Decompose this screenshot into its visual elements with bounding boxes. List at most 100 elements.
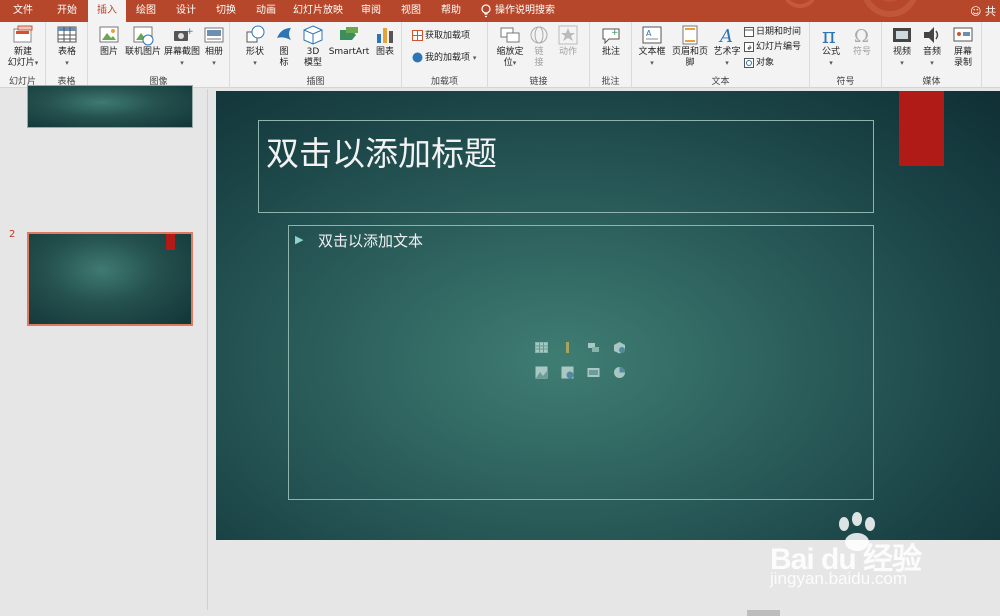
smartart-icon [340, 27, 358, 40]
comment-button[interactable]: + 批注 [596, 24, 626, 58]
slide-canvas[interactable]: 双击以添加标题 ▶ 双击以添加文本 [216, 91, 1000, 540]
group-tables: 表格 ▾ 表格 [46, 22, 88, 88]
object-button[interactable]: 对象 [744, 57, 774, 69]
symbol-label: 符号 [852, 47, 871, 57]
icons-button[interactable]: 图 标 [272, 24, 296, 69]
svg-text:Ω: Ω [854, 26, 869, 46]
svg-text:A: A [718, 26, 733, 46]
my-addins-button[interactable]: 我的加载项 ▾ [412, 52, 476, 64]
video-button[interactable]: 视频 ▾ [888, 24, 916, 69]
insert-table-icon[interactable] [535, 341, 548, 354]
tab-design[interactable]: 设计 [166, 0, 206, 22]
3d-models-button[interactable]: 3D 模型 [300, 24, 326, 69]
smartart-label: SmartArt [328, 47, 370, 57]
new-slide-icon [13, 25, 33, 43]
svg-text:+: + [611, 28, 619, 38]
online-picture-label: 联机图片 [124, 47, 161, 57]
ribbon-tab-bar: 文件 开始 插入 绘图 设计 切换 动画 幻灯片放映 审阅 视图 帮助 操作说明… [0, 0, 1000, 22]
photo-album-icon [204, 27, 224, 43]
tell-me-search[interactable]: 操作说明搜索 [494, 0, 556, 22]
insert-smartart-icon[interactable] [587, 341, 600, 354]
tab-insert[interactable]: 插入 [88, 0, 126, 22]
get-addins-button[interactable]: 获取加载项 [412, 30, 470, 42]
textbox-button[interactable]: A 文本框 ▾ [636, 24, 668, 69]
screenshot-button[interactable]: + 屏幕截图 ▾ [164, 24, 200, 69]
slide-thumbnail-2[interactable] [27, 232, 193, 326]
screenshot-label: 屏幕截图 [164, 47, 201, 57]
store-icon [412, 30, 423, 41]
wordart-button[interactable]: A 艺术字 ▾ [712, 24, 742, 69]
screen-recording-button[interactable]: 屏幕 录制 [948, 24, 978, 69]
content-placeholder-text: 双击以添加文本 [318, 232, 424, 250]
icons-icon [277, 28, 291, 40]
tab-transitions[interactable]: 切换 [206, 0, 246, 22]
table-button[interactable]: 表格 ▾ [50, 24, 84, 69]
my-addins-dropdown-icon[interactable]: ▾ [473, 54, 477, 62]
symbol-button[interactable]: Ω 符号 [848, 24, 876, 58]
action-button[interactable]: 动作 [554, 24, 582, 58]
user-account-label: 共 [985, 5, 996, 18]
header-footer-button[interactable]: 页眉和页脚 [668, 24, 712, 69]
speaker-icon [924, 27, 939, 43]
link-icon [530, 26, 548, 44]
tab-review[interactable]: 审阅 [350, 0, 392, 22]
group-addins: 获取加载项 我的加载项 ▾ 加载项 [402, 22, 488, 88]
group-media: 视频 ▾ 音频 ▾ 屏幕 录制 媒体 [882, 22, 982, 88]
insert-icon-icon[interactable] [613, 366, 626, 379]
new-slide-label: 新建 幻灯片 [7, 47, 35, 68]
comment-icon: + [602, 28, 620, 45]
picture-icon [99, 26, 119, 43]
insert-chart-icon[interactable] [561, 341, 574, 354]
slide-number-button[interactable]: # 幻灯片编号 [744, 41, 801, 53]
watermark-url: jingyan.baidu.com [770, 569, 908, 588]
camera-icon: + [174, 27, 193, 41]
shapes-button[interactable]: 形状 ▾ [242, 24, 268, 69]
calendar-icon [744, 26, 754, 37]
addins-icon [412, 52, 423, 63]
date-time-button[interactable]: 日期和时间 [744, 26, 801, 38]
zoom-label: 缩放定 位 [496, 47, 524, 68]
insert-online-picture-icon[interactable] [561, 366, 574, 379]
svg-text:+: + [186, 27, 193, 37]
link-button[interactable]: 链 接 [528, 24, 550, 69]
insert-picture-icon[interactable] [535, 366, 548, 379]
star-icon [558, 25, 578, 45]
tab-slideshow[interactable]: 幻灯片放映 [286, 0, 350, 22]
slide-number-label: 幻灯片编号 [756, 42, 802, 52]
group-links-label: 链接 [529, 77, 548, 87]
group-illustrations: 形状 ▾ 图 标 3D 模型 SmartArt 图表 插图 [230, 22, 402, 88]
user-account[interactable]: ☺ 共 [970, 3, 996, 19]
omega-icon: Ω [854, 26, 869, 46]
content-placeholder[interactable]: ▶ 双击以添加文本 [288, 225, 874, 500]
audio-button[interactable]: 音频 ▾ [918, 24, 946, 69]
object-label: 对象 [756, 58, 775, 68]
smartart-button[interactable]: SmartArt [328, 24, 370, 58]
lightbulb-icon [481, 4, 491, 18]
tab-help[interactable]: 帮助 [430, 0, 472, 22]
chart-button[interactable]: 图表 [372, 24, 398, 58]
photo-album-button[interactable]: 相册 ▾ [200, 24, 228, 69]
svg-text:#: # [747, 45, 752, 52]
title-placeholder[interactable]: 双击以添加标题 [258, 120, 874, 213]
tab-home[interactable]: 开始 [46, 0, 88, 22]
tab-draw[interactable]: 绘图 [126, 0, 166, 22]
picture-button[interactable]: 图片 [94, 24, 124, 58]
new-slide-button[interactable]: 新建 幻灯片▾ [4, 24, 42, 69]
insert-video-icon[interactable] [587, 366, 600, 379]
photo-album-label: 相册 [204, 47, 223, 57]
zoom-button[interactable]: 缩放定 位▾ [494, 24, 526, 69]
insert-content-icons [535, 341, 635, 385]
picture-label: 图片 [99, 47, 118, 57]
insert-3d-model-icon[interactable] [613, 341, 626, 354]
film-icon [893, 28, 911, 42]
online-picture-button[interactable]: 联机图片 [124, 24, 162, 58]
group-text-label: 文本 [711, 77, 730, 87]
group-slides: 新建 幻灯片▾ 幻灯片 [0, 22, 46, 88]
slide-thumbnail-1[interactable] [27, 85, 193, 128]
wordart-icon: A [718, 26, 733, 46]
tab-view[interactable]: 视图 [392, 0, 430, 22]
table-label: 表格 [57, 47, 76, 57]
equation-button[interactable]: π 公式 ▾ [816, 24, 846, 69]
tab-animations[interactable]: 动画 [246, 0, 286, 22]
tab-file[interactable]: 文件 [0, 0, 46, 22]
